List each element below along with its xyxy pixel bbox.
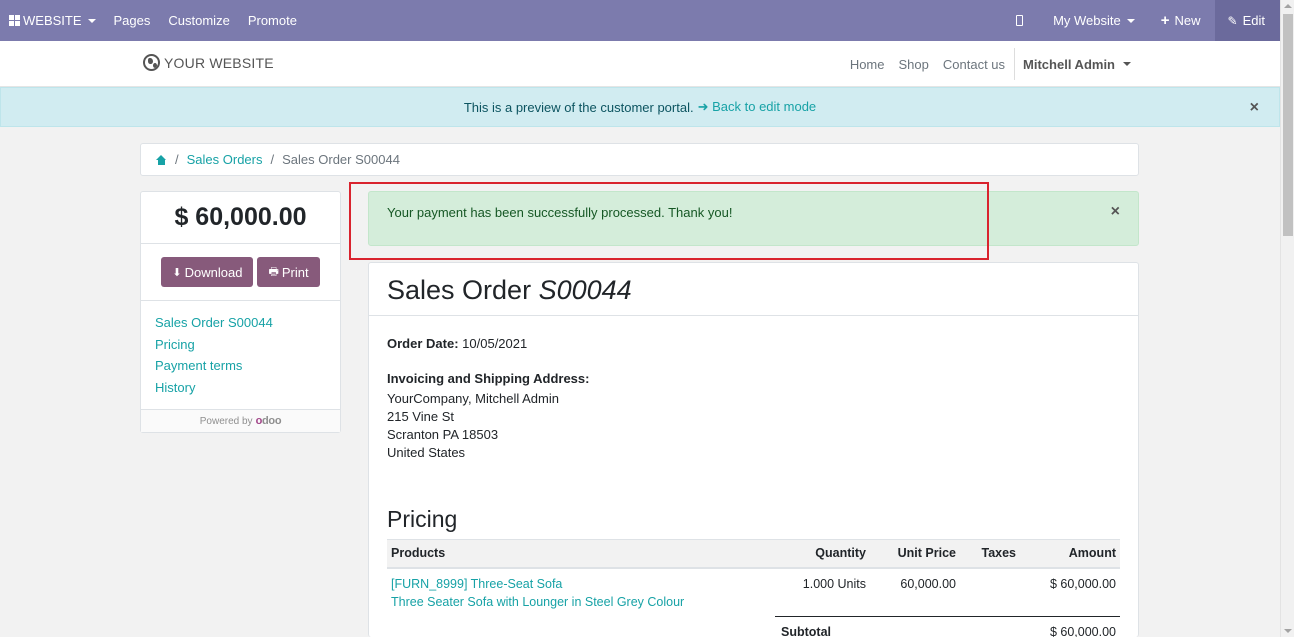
column-unit-price: Unit Price xyxy=(870,539,960,569)
print-label: Print xyxy=(281,264,309,280)
sales-order-title: Sales Order S00044 xyxy=(369,263,1138,316)
table-header-row: Products Quantity Unit Price Taxes Amoun… xyxy=(387,539,1120,569)
close-preview-alert-button[interactable]: × xyxy=(1250,99,1259,117)
edit-label: Edit xyxy=(1242,13,1265,28)
download-button[interactable]: ⬇ Download xyxy=(161,257,254,287)
amount-cell: $ 60,000.00 xyxy=(1049,576,1116,591)
nav-contact-us[interactable]: Contact us xyxy=(936,57,1012,72)
sidebar-link-pricing[interactable]: Pricing xyxy=(155,334,326,356)
mobile-icon xyxy=(1016,15,1024,26)
page-scrollbar[interactable] xyxy=(1280,0,1294,637)
pencil-icon: ✎ xyxy=(1227,13,1238,28)
nav-home[interactable]: Home xyxy=(843,57,892,72)
site-nav: Home Shop Contact us Mitchell Admin xyxy=(843,41,1139,87)
sidebar-link-sales-order[interactable]: Sales Order S00044 xyxy=(155,312,326,334)
quantity-cell: 1.000 Units xyxy=(802,576,866,591)
order-number: S00044 xyxy=(538,275,632,305)
print-icon: 🖶 xyxy=(268,265,279,278)
close-success-alert-button[interactable]: × xyxy=(1111,203,1120,221)
user-menu[interactable]: Mitchell Admin xyxy=(1014,48,1139,80)
breadcrumb-sales-orders[interactable]: Sales Orders xyxy=(187,152,263,167)
apps-grid-icon xyxy=(9,15,20,26)
promote-menu[interactable]: Promote xyxy=(239,0,306,41)
subtotal-row: Subtotal $ 60,000.00 xyxy=(387,616,1120,637)
scroll-up-arrow-icon[interactable] xyxy=(1284,4,1292,8)
address-line: United States xyxy=(387,445,466,460)
address-title: Invoicing and Shipping Address: xyxy=(387,371,590,386)
breadcrumb-separator: / xyxy=(175,152,179,167)
website-menu-label: WEBSITE xyxy=(23,13,82,28)
pages-menu[interactable]: Pages xyxy=(105,0,160,41)
scroll-down-arrow-icon[interactable] xyxy=(1284,629,1292,633)
pricing-heading: Pricing xyxy=(387,506,458,532)
logo-text: YOUR WEBSITE xyxy=(164,54,274,71)
edit-button[interactable]: ✎ Edit xyxy=(1214,0,1280,41)
sidebar-link-payment-terms[interactable]: Payment terms xyxy=(155,355,326,377)
sales-order-card: Sales Order S00044 Order Date: 10/05/202… xyxy=(368,262,1139,637)
odoo-logo[interactable]: odoo xyxy=(256,415,282,427)
plus-icon: + xyxy=(1160,12,1170,29)
print-button[interactable]: 🖶 Print xyxy=(257,257,320,287)
my-website-label: My Website xyxy=(1053,13,1121,28)
breadcrumb-separator: / xyxy=(270,152,275,167)
address-line: YourCompany, Mitchell Admin xyxy=(387,391,559,406)
my-website-menu[interactable]: My Website xyxy=(1041,0,1147,41)
order-date-value: 10/05/2021 xyxy=(462,336,528,351)
download-icon: ⬇ xyxy=(172,266,182,279)
site-header: YOUR WEBSITE Home Shop Contact us Mitche… xyxy=(0,41,1280,87)
product-cell: [FURN_8999] Three-Seat Sofa Three Seater… xyxy=(387,568,775,617)
order-lines-table: Products Quantity Unit Price Taxes Amoun… xyxy=(387,539,1120,637)
caret-down-icon xyxy=(87,18,96,23)
sidebar-link-history[interactable]: History xyxy=(155,377,326,399)
caret-down-icon xyxy=(1126,18,1135,23)
back-to-edit-label: Back to edit mode xyxy=(712,99,817,114)
order-sidebar: $ 60,000.00 ⬇ Download 🖶 Print Sales Ord… xyxy=(140,191,341,433)
product-description-link[interactable]: Three Seater Sofa with Lounger in Steel … xyxy=(391,593,771,611)
back-to-edit-link[interactable]: ➜ Back to edit mode xyxy=(698,99,817,115)
breadcrumb-current: Sales Order S00044 xyxy=(282,152,400,167)
website-menu[interactable]: WEBSITE xyxy=(0,0,105,41)
table-row: [FURN_8999] Three-Seat Sofa Three Seater… xyxy=(387,568,1120,617)
title-prefix: Sales Order xyxy=(387,275,532,305)
caret-down-icon xyxy=(1123,62,1131,66)
home-icon[interactable] xyxy=(156,154,167,165)
highlight-annotation-box xyxy=(349,182,989,260)
preview-alert: This is a preview of the customer portal… xyxy=(0,87,1280,127)
subtotal-label: Subtotal xyxy=(775,616,960,637)
order-date: Order Date: 10/05/2021 xyxy=(387,336,1120,351)
download-label: Download xyxy=(184,264,243,280)
address-line: 215 Vine St xyxy=(387,409,454,424)
column-amount: Amount xyxy=(1020,539,1120,569)
taxes-cell xyxy=(960,568,1020,617)
sidebar-links: Sales Order S00044 Pricing Payment terms… xyxy=(141,301,340,410)
preview-alert-text: This is a preview of the customer portal… xyxy=(463,99,694,115)
breadcrumb: / Sales Orders / Sales Order S00044 xyxy=(140,143,1139,176)
subtotal-value: $ 60,000.00 xyxy=(960,616,1120,637)
column-quantity: Quantity xyxy=(775,539,870,569)
customize-menu[interactable]: Customize xyxy=(159,0,238,41)
scrollbar-thumb[interactable] xyxy=(1283,14,1293,236)
powered-by-label: Powered by xyxy=(199,415,253,427)
nav-shop[interactable]: Shop xyxy=(892,57,936,72)
empty-cell xyxy=(387,617,775,637)
new-button[interactable]: + New xyxy=(1147,0,1215,41)
user-name: Mitchell Admin xyxy=(1023,56,1115,72)
mobile-preview-button[interactable] xyxy=(998,0,1041,41)
powered-by: Powered by odoo xyxy=(141,410,340,432)
order-date-label: Order Date: xyxy=(387,336,459,351)
column-products: Products xyxy=(387,539,775,569)
address-block: YourCompany, Mitchell Admin 215 Vine St … xyxy=(387,390,1120,462)
address-line: Scranton PA 18503 xyxy=(387,427,499,442)
column-taxes: Taxes xyxy=(960,539,1020,569)
site-logo[interactable]: YOUR WEBSITE xyxy=(143,54,274,71)
unit-price-cell: 60,000.00 xyxy=(900,576,956,591)
arrow-right-icon: ➜ xyxy=(697,99,709,114)
new-label: New xyxy=(1174,13,1201,28)
order-total: $ 60,000.00 xyxy=(141,192,340,244)
globe-icon xyxy=(143,54,160,71)
sidebar-actions: ⬇ Download 🖶 Print xyxy=(141,244,340,301)
product-link[interactable]: [FURN_8999] Three-Seat Sofa xyxy=(391,575,771,593)
admin-bar: WEBSITE Pages Customize Promote My Websi… xyxy=(0,0,1280,41)
